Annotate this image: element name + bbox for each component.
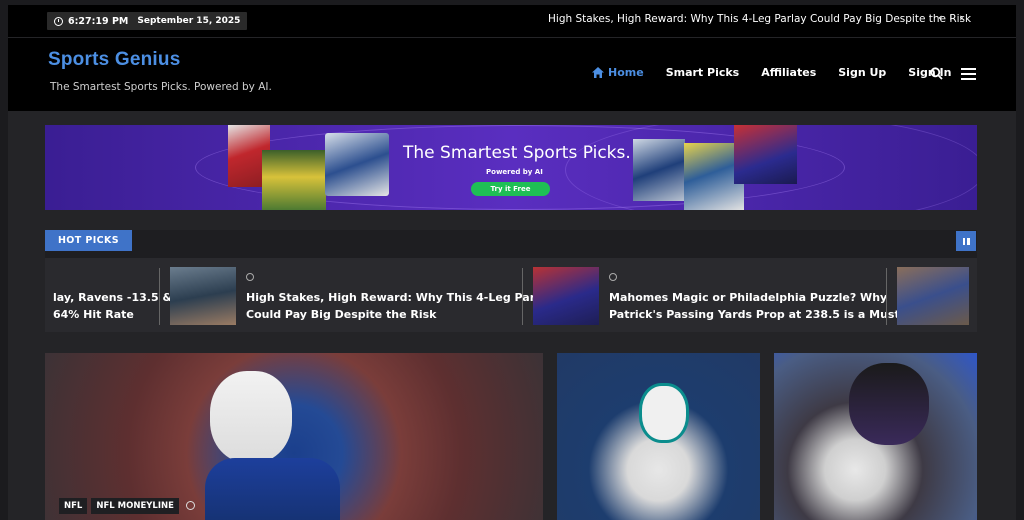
clock-icon xyxy=(609,273,617,281)
banner-player-image-4 xyxy=(633,139,685,201)
search-icon[interactable] xyxy=(930,67,943,80)
player-jersey-image xyxy=(205,458,340,520)
hot-pick-title-line: lay, Ravens -13.5 & xyxy=(53,291,173,304)
nav-sign-up[interactable]: Sign Up xyxy=(838,66,886,79)
ticker-divider xyxy=(886,268,887,325)
hot-pick-title-line: Could Pay Big Despite the Risk xyxy=(246,308,437,321)
hot-pick-thumbnail-3[interactable] xyxy=(533,267,599,325)
ticker-controls: ‹ ı › xyxy=(938,11,964,24)
clock-icon xyxy=(185,501,195,510)
featured-card-3[interactable] xyxy=(774,353,977,520)
hamburger-menu-icon[interactable] xyxy=(961,68,976,80)
nav-home[interactable]: Home xyxy=(592,66,644,79)
tag-nfl-moneyline[interactable]: NFL MONEYLINE xyxy=(91,498,179,514)
hot-pick-thumbnail-2[interactable] xyxy=(170,267,236,325)
banner-cta-button[interactable]: Try it Free xyxy=(471,182,550,196)
banner-player-image-6 xyxy=(734,125,797,184)
hot-pick-item-1[interactable]: lay, Ravens -13.5 & 64% Hit Rate xyxy=(53,289,172,323)
chevron-left-icon[interactable]: ‹ xyxy=(938,11,942,24)
chevron-right-icon[interactable]: › xyxy=(959,11,963,24)
top-ticker-headline[interactable]: High Stakes, High Reward: Why This 4-Leg… xyxy=(548,13,971,25)
hot-picks-label: HOT PICKS xyxy=(45,230,132,251)
featured-tags: NFL NFL MONEYLINE xyxy=(59,498,195,514)
tag-nfl[interactable]: NFL xyxy=(59,498,88,514)
pause-icon[interactable]: ı xyxy=(949,12,952,23)
nav-smart-picks[interactable]: Smart Picks xyxy=(666,66,740,79)
player-helmet-image xyxy=(849,363,929,445)
player-helmet-image xyxy=(639,383,689,443)
date-time-box: 6:27:19 PM September 15, 2025 xyxy=(47,12,248,30)
site-logo[interactable]: Sports Genius xyxy=(48,49,180,71)
clock-icon xyxy=(246,273,254,281)
ticker-divider xyxy=(522,268,523,325)
site-tagline: The Smartest Sports Picks. Powered by AI… xyxy=(50,81,272,93)
main-nav: Home Smart Picks Affiliates Sign Up Sign… xyxy=(592,66,973,79)
hot-pick-title-line: High Stakes, High Reward: Why This 4-Leg… xyxy=(246,291,554,304)
hot-pick-item-2[interactable]: High Stakes, High Reward: Why This 4-Leg… xyxy=(246,289,553,323)
hot-pick-title-line: 64% Hit Rate xyxy=(53,308,134,321)
banner-subtitle: Powered by AI xyxy=(486,168,543,176)
nav-affiliates[interactable]: Affiliates xyxy=(761,66,816,79)
current-date: September 15, 2025 xyxy=(137,16,241,26)
featured-card-2[interactable] xyxy=(557,353,760,520)
hot-pick-thumbnail-4[interactable] xyxy=(897,267,969,325)
ticker-divider xyxy=(159,268,160,325)
banner-player-image-3 xyxy=(325,133,389,196)
featured-card-main[interactable] xyxy=(45,353,543,520)
clock-icon xyxy=(54,16,63,26)
banner-player-image-2 xyxy=(262,150,326,210)
current-time: 6:27:19 PM xyxy=(68,15,129,27)
banner-title: The Smartest Sports Picks. xyxy=(403,143,631,163)
hot-picks-pause-icon[interactable] xyxy=(956,231,976,251)
nav-home-label: Home xyxy=(608,66,644,79)
home-icon xyxy=(592,67,604,78)
player-helmet-image xyxy=(210,371,292,463)
